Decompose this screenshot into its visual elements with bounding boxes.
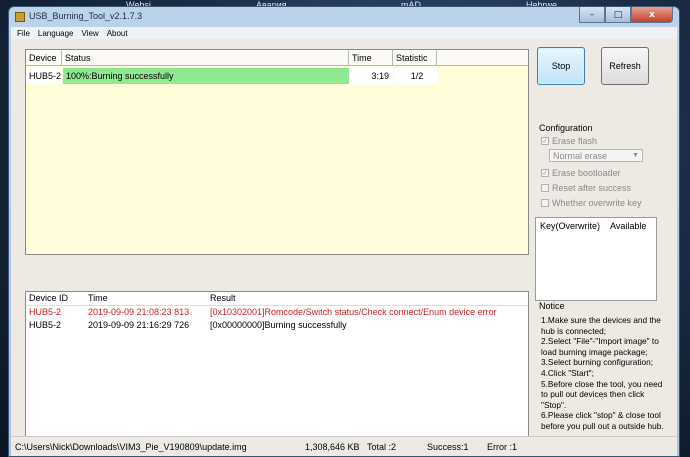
log-row[interactable]: HUB5-2 2019-09-09 21:08:23 813 [0x103020… [26,306,528,319]
app-window: USB_Burning_Tool_v2.1.7.3 – □ x File Lan… [8,6,680,457]
success-count: Success:1 [427,442,469,452]
menu-file[interactable]: File [17,29,30,38]
device-id-cell: HUB5-2 [26,68,62,84]
erase-mode-select[interactable]: Normal erase ▼ [549,149,643,162]
notice-line: 3.Select burning configuration; [541,357,654,368]
col-statistic[interactable]: Statistic [393,50,437,66]
stop-button[interactable]: Stop [537,47,585,85]
status-bar: C:\Users\Nick\Downloads\VIM3_Pie_V190809… [11,436,677,456]
device-table-header: Device ID Status Time Statistic [26,50,528,79]
maximize-button[interactable]: □ [605,7,631,23]
erase-bootloader-checkbox[interactable]: ✓ Erase bootloader [541,168,621,178]
total-count: Total :2 [367,442,397,452]
minimize-button[interactable]: – [579,7,605,23]
checkbox-empty-icon [541,184,549,192]
erase-bootloader-label: Erase bootloader [552,168,621,178]
window-title: USB_Burning_Tool_v2.1.7.3 [29,11,143,21]
col-available[interactable]: Available [610,221,646,231]
reset-after-success-label: Reset after success [552,183,632,193]
col-status[interactable]: Status [62,50,349,66]
key-table[interactable]: Key(Overwrite) Available [535,217,657,301]
menu-about[interactable]: About [107,29,128,38]
notice-line: 2.Select "File"-"Import image" to load b… [541,336,659,357]
client-area: Device ID Status Time Statistic HUB5-2 1… [11,39,677,453]
notice-title: Notice [539,301,565,311]
checkbox-empty-icon [541,199,549,207]
col-time[interactable]: Time [349,50,393,66]
statistic-cell: 1/2 [394,68,437,84]
log-col-result[interactable]: Result [210,292,236,305]
device-table[interactable]: Device ID Status Time Statistic HUB5-2 1… [25,49,529,255]
col-device-id[interactable]: Device ID [26,50,62,79]
log-result: [0x10302001]Romcode/Switch status/Check … [210,307,497,317]
menu-view[interactable]: View [81,29,98,38]
col-key-overwrite[interactable]: Key(Overwrite) [540,221,600,231]
configuration-title: Configuration [539,123,593,133]
app-icon [15,12,25,22]
log-col-device[interactable]: Device ID [29,292,68,305]
checkmark-icon: ✓ [541,137,549,145]
notice-text: 1.Make sure the devices and the hub is c… [541,315,665,432]
log-time: 2019-09-09 21:08:23 813 [88,307,190,317]
log-table[interactable]: Device ID Time Result HUB5-2 2019-09-09 … [25,291,529,453]
log-device: HUB5-2 [29,307,62,317]
status-cell: 100%:Burning successfully [63,68,349,84]
refresh-button[interactable]: Refresh [601,47,649,85]
log-col-time[interactable]: Time [88,292,108,305]
title-bar[interactable]: USB_Burning_Tool_v2.1.7.3 – □ x [9,7,679,27]
log-header: Device ID Time Result [26,292,528,306]
image-path: C:\Users\Nick\Downloads\VIM3_Pie_V190809… [15,442,247,452]
erase-mode-value: Normal erase [553,151,608,161]
erase-flash-checkbox[interactable]: ✓ Erase flash [541,136,597,146]
chevron-down-icon: ▼ [632,152,639,159]
notice-line: 5.Before close the tool, you need to pul… [541,378,663,410]
menu-language[interactable]: Language [38,29,74,38]
image-size: 1,308,646 KB [305,442,360,452]
overwrite-key-checkbox[interactable]: Whether overwrite key [541,198,642,208]
log-result: [0x00000000]Burning successfully [210,320,347,330]
overwrite-key-label: Whether overwrite key [552,198,642,208]
log-row[interactable]: HUB5-2 2019-09-09 21:16:29 726 [0x000000… [26,319,528,332]
close-button[interactable]: x [631,7,673,23]
notice-line: 4.Click "Start"; [541,367,594,378]
notice-line: 1.Make sure the devices and the hub is c… [541,315,661,336]
error-count: Error :1 [487,442,518,452]
time-cell: 3:19 [350,68,393,84]
reset-after-success-checkbox[interactable]: Reset after success [541,183,631,193]
erase-flash-label: Erase flash [552,136,598,146]
menu-bar: File Language View About [11,27,677,39]
notice-line: 6.Please click "stop" & close tool befor… [541,410,664,431]
log-device: HUB5-2 [29,320,62,330]
checkmark-icon: ✓ [541,169,549,177]
log-time: 2019-09-09 21:16:29 726 [88,320,190,330]
